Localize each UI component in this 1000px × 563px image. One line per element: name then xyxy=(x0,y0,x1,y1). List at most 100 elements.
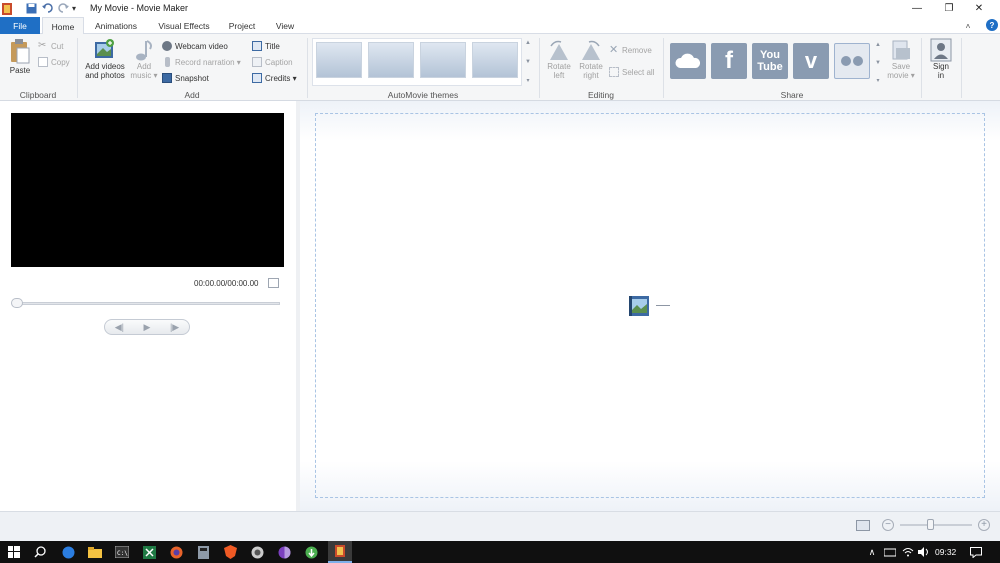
add-videos-line1: Add videos xyxy=(85,62,125,71)
gallery-expand-icon[interactable]: ▾ xyxy=(876,77,879,84)
video-preview[interactable] xyxy=(11,113,284,267)
record-narration-button[interactable]: Record narration ▾ xyxy=(162,56,241,68)
webcam-video-button[interactable]: Webcam video xyxy=(162,40,228,52)
excel-icon[interactable] xyxy=(141,544,157,560)
search-icon[interactable] xyxy=(32,544,48,560)
scissors-icon: ✂ xyxy=(38,40,47,51)
customize-toolbar-icon[interactable]: ▾ xyxy=(72,2,76,15)
title-label: Title xyxy=(265,41,280,51)
select-all-icon xyxy=(609,67,619,77)
tab-visual-effects[interactable]: Visual Effects xyxy=(152,17,216,34)
wifi-icon[interactable] xyxy=(900,544,916,560)
theme-thumbnail[interactable] xyxy=(368,42,414,78)
rotate-right-button[interactable]: Rotate right xyxy=(576,38,606,80)
close-button[interactable]: ✕ xyxy=(962,0,996,17)
tab-animations[interactable]: Animations xyxy=(88,17,144,34)
calculator-icon[interactable] xyxy=(195,544,211,560)
file-explorer-icon[interactable] xyxy=(87,544,103,560)
share-gallery-scroll[interactable]: ▲ ▼ ▾ xyxy=(874,42,882,84)
undo-icon[interactable] xyxy=(42,2,53,15)
maximize-button[interactable]: ❐ xyxy=(932,0,966,17)
redo-icon[interactable] xyxy=(58,2,69,15)
previous-frame-icon[interactable]: ◀| xyxy=(115,322,124,333)
play-icon[interactable]: ▶ xyxy=(144,322,151,333)
clock[interactable]: 09:32 xyxy=(935,547,956,557)
save-icon[interactable] xyxy=(26,2,37,15)
command-prompt-icon[interactable]: C:\ xyxy=(114,544,130,560)
zoom-out-icon[interactable]: − xyxy=(882,519,894,531)
brave-browser-icon[interactable] xyxy=(222,544,238,560)
fullscreen-preview-icon[interactable] xyxy=(268,278,279,288)
tab-project[interactable]: Project xyxy=(222,17,262,34)
vimeo-share-button[interactable]: v xyxy=(793,43,829,79)
next-frame-icon[interactable]: |▶ xyxy=(170,322,179,333)
remove-button[interactable]: ✕ Remove xyxy=(609,44,652,56)
title-icon xyxy=(252,41,262,51)
tab-file[interactable]: File xyxy=(0,17,40,34)
copy-button[interactable]: Copy xyxy=(38,56,70,68)
windows-start-icon[interactable] xyxy=(6,544,22,560)
rotate-right-line2: right xyxy=(583,71,599,80)
paste-button[interactable]: Paste xyxy=(6,38,34,75)
theme-thumbnail[interactable] xyxy=(316,42,362,78)
tab-home[interactable]: Home xyxy=(42,17,84,35)
snapshot-button[interactable]: Snapshot xyxy=(162,72,209,84)
music-note-icon xyxy=(136,40,152,61)
gallery-expand-icon[interactable]: ▾ xyxy=(526,77,529,84)
edge-browser-icon[interactable] xyxy=(60,544,76,560)
storyboard-drop-zone[interactable] xyxy=(315,113,985,498)
caption-button[interactable]: Caption xyxy=(252,56,293,68)
select-all-button[interactable]: Select all xyxy=(609,66,654,78)
add-media-placeholder-icon[interactable] xyxy=(628,295,650,317)
app-launcher-icon[interactable] xyxy=(249,544,265,560)
webcam-icon xyxy=(162,41,172,51)
themes-gallery-scroll[interactable]: ▲ ▼ ▾ xyxy=(524,40,532,84)
volume-icon[interactable] xyxy=(916,544,932,560)
notifications-icon[interactable] xyxy=(968,544,984,560)
seek-handle[interactable] xyxy=(11,298,23,308)
sign-in-line1: Sign xyxy=(932,62,949,71)
save-movie-line1: Save xyxy=(891,62,911,71)
zoom-slider[interactable] xyxy=(900,524,972,526)
youtube-icon-line1: You xyxy=(760,49,780,61)
help-icon[interactable]: ? xyxy=(986,19,998,31)
scroll-down-icon[interactable]: ▼ xyxy=(875,60,881,66)
scroll-down-icon[interactable]: ▼ xyxy=(525,59,531,65)
cut-button[interactable]: ✂ Cut xyxy=(38,40,63,52)
add-videos-photos-button[interactable]: Add videos and photos xyxy=(82,38,128,80)
rotate-right-icon xyxy=(582,40,600,60)
zoom-slider-handle[interactable] xyxy=(927,519,935,530)
add-music-button[interactable]: Add music ▾ xyxy=(128,38,160,80)
youtube-share-button[interactable]: You Tube xyxy=(752,43,788,79)
add-music-line1: Add xyxy=(136,62,152,71)
download-manager-icon[interactable] xyxy=(303,544,319,560)
collapse-ribbon-icon[interactable]: ˄ xyxy=(962,17,974,34)
scroll-up-icon[interactable]: ▲ xyxy=(525,40,531,46)
facebook-share-button[interactable]: f xyxy=(711,43,747,79)
onedrive-share-button[interactable] xyxy=(670,43,706,79)
movie-maker-taskbar-icon[interactable] xyxy=(328,541,352,563)
rotate-left-button[interactable]: Rotate left xyxy=(544,38,574,80)
thumbnail-size-icon[interactable] xyxy=(856,520,870,531)
status-bar xyxy=(0,511,1000,541)
show-hidden-icons[interactable]: ∧ xyxy=(864,544,880,560)
seek-bar[interactable] xyxy=(12,302,280,305)
flickr-share-button[interactable] xyxy=(834,43,870,79)
credits-button[interactable]: Credits ▾ xyxy=(252,72,297,84)
firefox-icon[interactable] xyxy=(168,544,184,560)
sign-in-button[interactable]: Sign in xyxy=(926,38,956,80)
theme-thumbnail[interactable] xyxy=(420,42,466,78)
tor-browser-icon[interactable] xyxy=(276,544,292,560)
title-button[interactable]: Title xyxy=(252,40,280,52)
zoom-in-icon[interactable]: + xyxy=(978,519,990,531)
scroll-up-icon[interactable]: ▲ xyxy=(875,42,881,48)
minimize-button[interactable]: — xyxy=(900,0,934,17)
window-title: My Movie - Movie Maker xyxy=(90,3,189,13)
rotate-left-line2: left xyxy=(553,71,565,80)
theme-thumbnail[interactable] xyxy=(472,42,518,78)
save-movie-button[interactable]: Save movie ▾ xyxy=(886,38,916,80)
group-label-themes: AutoMovie themes xyxy=(387,90,459,100)
svg-text:C:\: C:\ xyxy=(117,550,128,557)
network-icon[interactable] xyxy=(882,544,898,560)
tab-view[interactable]: View xyxy=(268,17,302,34)
